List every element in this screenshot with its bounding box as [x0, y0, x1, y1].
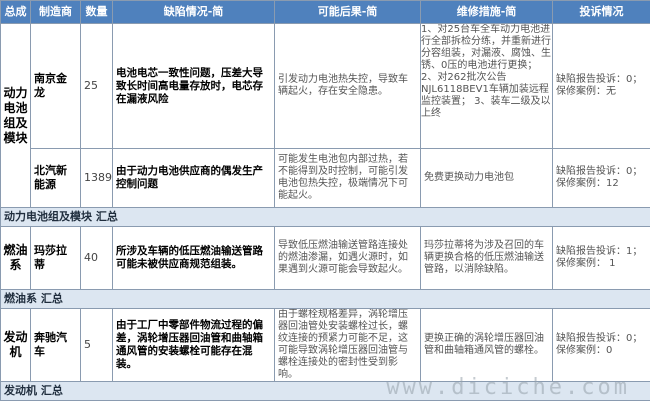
measures-text: 1、对25台车全车动力电池进行全部拆检分练，并重新进行分容组装，对漏液、腐蚀、生… [421, 24, 552, 120]
header-manufacturer: 制造商 [30, 0, 81, 24]
consequence-cell: 可能发生电池包内部过热，若不能得到及时控制，可能引发电池包热失控，极端情况下可能… [274, 148, 421, 208]
defect-cell: 所涉及车辆的低压燃油输送管路可能未被供应商规范组装。 [112, 226, 275, 290]
measures-cell: 免费更换动力电池包 [420, 148, 553, 208]
quantity-cell: 5 [80, 308, 113, 382]
subtotal-row: 发动机 汇总 [0, 381, 650, 401]
header-complaint: 投诉情况 [552, 0, 650, 24]
complaint-cell: 缺陷报告投诉：0；保修案例：0 [552, 308, 650, 382]
complaint-cell: 缺陷报告投诉：0；保修案例：无 [552, 23, 650, 149]
quantity-cell: 1389 [80, 148, 113, 208]
manufacturer-cell: 南京金龙 [30, 23, 81, 149]
subtotal-label: 燃油系 汇总 [0, 289, 650, 309]
measures-cell: 玛莎拉蒂将为涉及召回的车辆更换合格的低压燃油输送管路，以消除缺陷。 [420, 226, 553, 290]
complaint-cell: 缺陷报告投诉：0；保修案例：12 [552, 148, 650, 208]
recall-summary-table: 总成 制造商 数量 缺陷情况-简 可能后果-简 维修措施-简 投诉情况 动力电池… [0, 0, 650, 401]
header-defect: 缺陷情况-简 [112, 0, 275, 24]
header-row: 总成 制造商 数量 缺陷情况-简 可能后果-简 维修措施-简 投诉情况 [0, 0, 650, 24]
table-row: 燃油系 玛莎拉蒂 40 所涉及车辆的低压燃油输送管路可能未被供应商规范组装。 导… [0, 226, 650, 290]
header-consequence: 可能后果-简 [274, 0, 421, 24]
complaint-cell: 缺陷报告投诉：1；保修案例： 1 [552, 226, 650, 290]
subtotal-label: 动力电池组及模块 汇总 [0, 207, 650, 227]
table-row: 动力电池组及模块 南京金龙 25 电池电芯一致性问题，压差大导致长时间高电量存放… [0, 23, 650, 208]
subtotal-row: 动力电池组及模块 汇总 [0, 207, 650, 227]
defect-cell: 由于工厂中零部件物流过程的偏差，涡轮增压器回油管和曲轴箱通风管的安装螺栓可能存在… [112, 308, 275, 382]
manufacturer-cell: 玛莎拉蒂 [30, 226, 81, 290]
consequence-cell: 导致低压燃油输送管路连接处的燃油渗漏，如遇火源时，如果遇到火源可能会导致起火。 [274, 226, 421, 290]
system-cell: 发动机 [0, 308, 31, 382]
measures-cell: 更换正确的涡轮增压器回油管和曲轴箱通风管的螺栓。 [420, 308, 553, 382]
manufacturer-cell: 北汽新能源 [30, 148, 81, 208]
table-row: 发动机 奔驰汽车 5 由于工厂中零部件物流过程的偏差，涡轮增压器回油管和曲轴箱通… [0, 308, 650, 382]
header-measures: 维修措施-简 [420, 0, 553, 24]
system-cell: 燃油系 [0, 226, 31, 290]
subtotal-label: 发动机 汇总 [0, 381, 650, 401]
measures-cell: 1、对25台车全车动力电池进行全部拆检分练，并重新进行分容组装，对漏液、腐蚀、生… [420, 23, 553, 149]
quantity-cell: 25 [80, 23, 113, 149]
header-quantity: 数量 [80, 0, 113, 24]
manufacturer-cell: 奔驰汽车 [30, 308, 81, 382]
header-system: 总成 [0, 0, 31, 24]
consequence-cell: 由于螺栓规格差异，涡轮增压器回油管处安装螺栓过长，螺纹连接的预紧力可能不足，这可… [274, 308, 421, 382]
defect-cell: 电池电芯一致性问题，压差大导致长时间高电量存放时，电芯存在漏液风险 [112, 23, 275, 149]
consequence-cell: 引发动力电池热失控，导致车辆起火，存在安全隐患。 [274, 23, 421, 149]
defect-cell: 由于动力电池供应商的偶发生产控制问题 [112, 148, 275, 208]
subtotal-row: 燃油系 汇总 [0, 289, 650, 309]
quantity-cell: 40 [80, 226, 113, 290]
table-row: 北汽新能源 1389 由于动力电池供应商的偶发生产控制问题 可能发生电池包内部过… [1, 148, 650, 208]
system-cell: 动力电池组及模块 [0, 23, 31, 208]
